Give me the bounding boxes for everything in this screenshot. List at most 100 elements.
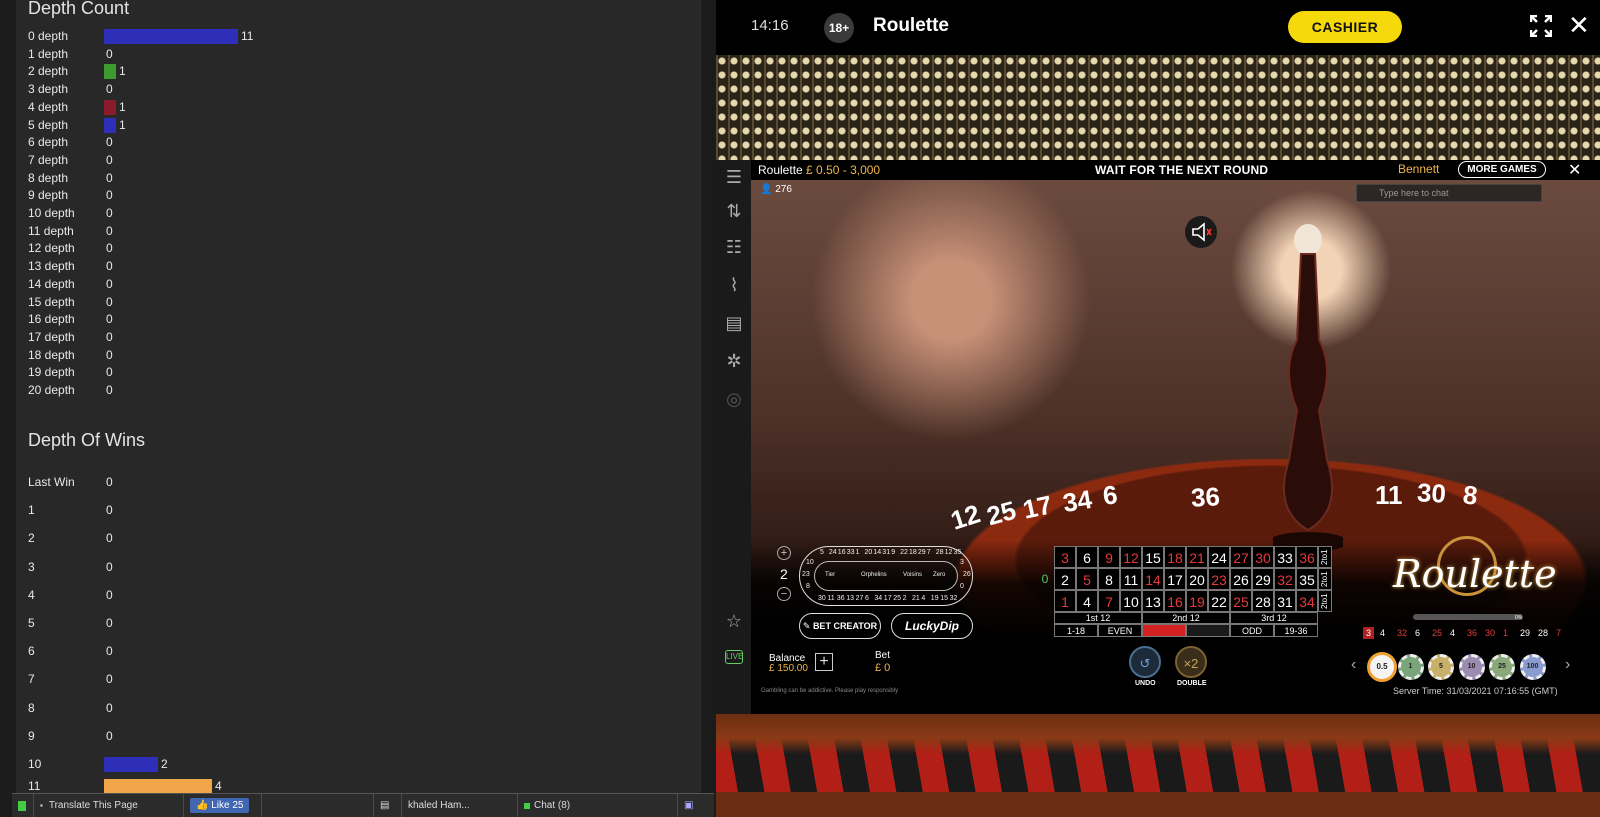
board-dozen-bet[interactable]: 3rd 12 — [1230, 612, 1318, 624]
racetrack-number[interactable]: 24 — [829, 549, 837, 556]
racetrack-number[interactable]: 10 — [806, 559, 814, 566]
board-number-cell[interactable]: 6 — [1076, 546, 1098, 568]
board-number-cell[interactable]: 22 — [1208, 590, 1230, 612]
close-icon[interactable]: ✕ — [1568, 12, 1590, 38]
board-number-cell[interactable]: 10 — [1120, 590, 1142, 612]
board-outside-bet[interactable]: EVEN — [1098, 624, 1142, 637]
board-number-cell[interactable]: 12 — [1120, 546, 1142, 568]
racetrack-number[interactable]: 19 — [931, 595, 939, 602]
board-number-cell[interactable]: 1 — [1054, 590, 1076, 612]
racetrack-number[interactable]: 15 — [940, 595, 948, 602]
racetrack-number[interactable]: 35 — [954, 549, 962, 556]
bet-creator-button[interactable]: ✎ BET CREATOR — [799, 613, 881, 639]
racetrack-number[interactable]: 22 — [900, 549, 908, 556]
stats-panel-scrollbar[interactable] — [700, 0, 716, 817]
board-number-cell[interactable]: 33 — [1274, 546, 1296, 568]
close-game-icon[interactable]: ✕ — [1568, 160, 1581, 180]
sound-toggle-button[interactable] — [1185, 216, 1217, 248]
racetrack-number[interactable]: 26 — [963, 571, 971, 578]
board-dozen-bet[interactable]: 1st 12 — [1054, 612, 1142, 624]
undo-button[interactable]: ↺ — [1129, 646, 1161, 678]
racetrack-number[interactable]: 9 — [891, 549, 895, 556]
chat-tab[interactable]: Chat (8) — [518, 794, 678, 817]
board-column-bet[interactable]: 2to1 — [1318, 568, 1332, 590]
racetrack-number[interactable]: 34 — [874, 595, 882, 602]
sort-icon[interactable]: ⇅ — [722, 200, 746, 222]
board-number-cell[interactable]: 26 — [1230, 568, 1252, 590]
chip-0.5[interactable]: 0.5 — [1367, 652, 1397, 682]
racetrack-number[interactable]: 31 — [882, 549, 890, 556]
racetrack-number[interactable]: 17 — [884, 595, 892, 602]
racetrack-number[interactable]: 20 — [865, 549, 873, 556]
board-number-cell[interactable]: 3 — [1054, 546, 1076, 568]
racetrack-number[interactable]: 32 — [950, 595, 958, 602]
cashier-button[interactable]: CASHIER — [1288, 11, 1402, 43]
menu-icon[interactable]: ☰ — [722, 166, 746, 188]
board-black-bet[interactable] — [1186, 624, 1230, 637]
racetrack-increase-button[interactable]: + — [777, 546, 791, 560]
racetrack-number[interactable]: 33 — [847, 549, 855, 556]
board-outside-bet[interactable]: ODD — [1230, 624, 1274, 637]
stats-chart-icon[interactable]: ⌇ — [722, 274, 746, 296]
racetrack-number[interactable]: 36 — [837, 595, 845, 602]
board-dozen-bet[interactable]: 2nd 12 — [1142, 612, 1230, 624]
board-number-cell[interactable]: 19 — [1186, 590, 1208, 612]
board-number-cell[interactable]: 7 — [1098, 590, 1120, 612]
board-number-cell[interactable]: 15 — [1142, 546, 1164, 568]
racetrack-decrease-button[interactable]: − — [777, 587, 791, 601]
racetrack-number[interactable]: 23 — [802, 571, 810, 578]
translate-button[interactable]: ▪ Translate This Page — [34, 794, 184, 817]
board-column-bet[interactable]: 2to1 — [1318, 546, 1332, 568]
racetrack-number[interactable]: 1 — [856, 549, 860, 556]
racetrack-number[interactable]: 13 — [846, 595, 854, 602]
racetrack-number[interactable]: 11 — [827, 595, 834, 602]
board-number-cell[interactable]: 20 — [1186, 568, 1208, 590]
board-number-cell[interactable]: 28 — [1252, 590, 1274, 612]
racetrack-number[interactable]: 14 — [873, 549, 881, 556]
board-outside-bet[interactable]: 19-36 — [1274, 624, 1318, 637]
board-number-cell[interactable]: 31 — [1274, 590, 1296, 612]
board-number-cell[interactable]: 35 — [1296, 568, 1318, 590]
racetrack-number[interactable]: 28 — [936, 549, 944, 556]
favourite-star-icon[interactable]: ☆ — [722, 610, 746, 632]
history-icon[interactable]: ▤ — [722, 312, 746, 334]
chip-25[interactable]: 25 — [1489, 654, 1515, 680]
wheel-icon[interactable]: ✲ — [722, 350, 746, 372]
racetrack[interactable]: Tier Orphelins Voisins Zero 5 24 16 33 1 20 14 31 9… — [799, 546, 973, 606]
taskbar-menu-button[interactable] — [12, 794, 34, 817]
facebook-like-button[interactable]: 👍 Like 25 — [190, 798, 250, 813]
board-number-cell[interactable]: 2 — [1054, 568, 1076, 590]
board-red-bet[interactable] — [1142, 624, 1186, 637]
user-profile-button[interactable]: khaled Ham... — [402, 794, 518, 817]
racetrack-section[interactable]: Voisins — [903, 572, 922, 578]
board-column-bet[interactable]: 2to1 — [1318, 590, 1332, 612]
board-number-cell[interactable]: 5 — [1076, 568, 1098, 590]
chip-1[interactable]: 1 — [1397, 654, 1424, 680]
racetrack-number[interactable]: 3 — [960, 559, 964, 566]
board-number-cell[interactable]: 25 — [1230, 590, 1252, 612]
racetrack-number[interactable]: 2 — [903, 595, 907, 602]
board-number-cell[interactable]: 14 — [1142, 568, 1164, 590]
camera-icon[interactable]: ◎ — [722, 388, 746, 410]
board-number-cell[interactable]: 24 — [1208, 546, 1230, 568]
racetrack-number[interactable]: 7 — [927, 549, 931, 556]
chip-5[interactable]: 5 — [1428, 654, 1454, 680]
add-funds-button[interactable]: + — [815, 653, 833, 671]
lucky-dip-button[interactable]: LuckyDip — [891, 613, 973, 639]
chip-100[interactable]: 100 — [1519, 654, 1546, 680]
racetrack-number[interactable]: 27 — [856, 595, 864, 602]
fullscreen-icon[interactable] — [1530, 15, 1552, 37]
board-number-cell[interactable]: 34 — [1296, 590, 1318, 612]
board-number-cell[interactable]: 9 — [1098, 546, 1120, 568]
racetrack-number[interactable]: 5 — [820, 549, 824, 556]
board-number-cell[interactable]: 29 — [1252, 568, 1274, 590]
board-number-cell[interactable]: 32 — [1274, 568, 1296, 590]
racetrack-number[interactable]: 8 — [806, 583, 810, 590]
chat-bubbles-icon[interactable]: ▤ — [374, 794, 402, 817]
racetrack-number[interactable]: 21 — [912, 595, 920, 602]
board-number-cell[interactable]: 8 — [1098, 568, 1120, 590]
board-number-cell[interactable]: 36 — [1296, 546, 1318, 568]
list-icon[interactable]: ☷ — [722, 236, 746, 258]
chip-10[interactable]: 10 — [1458, 654, 1485, 680]
board-number-cell[interactable]: 13 — [1142, 590, 1164, 612]
